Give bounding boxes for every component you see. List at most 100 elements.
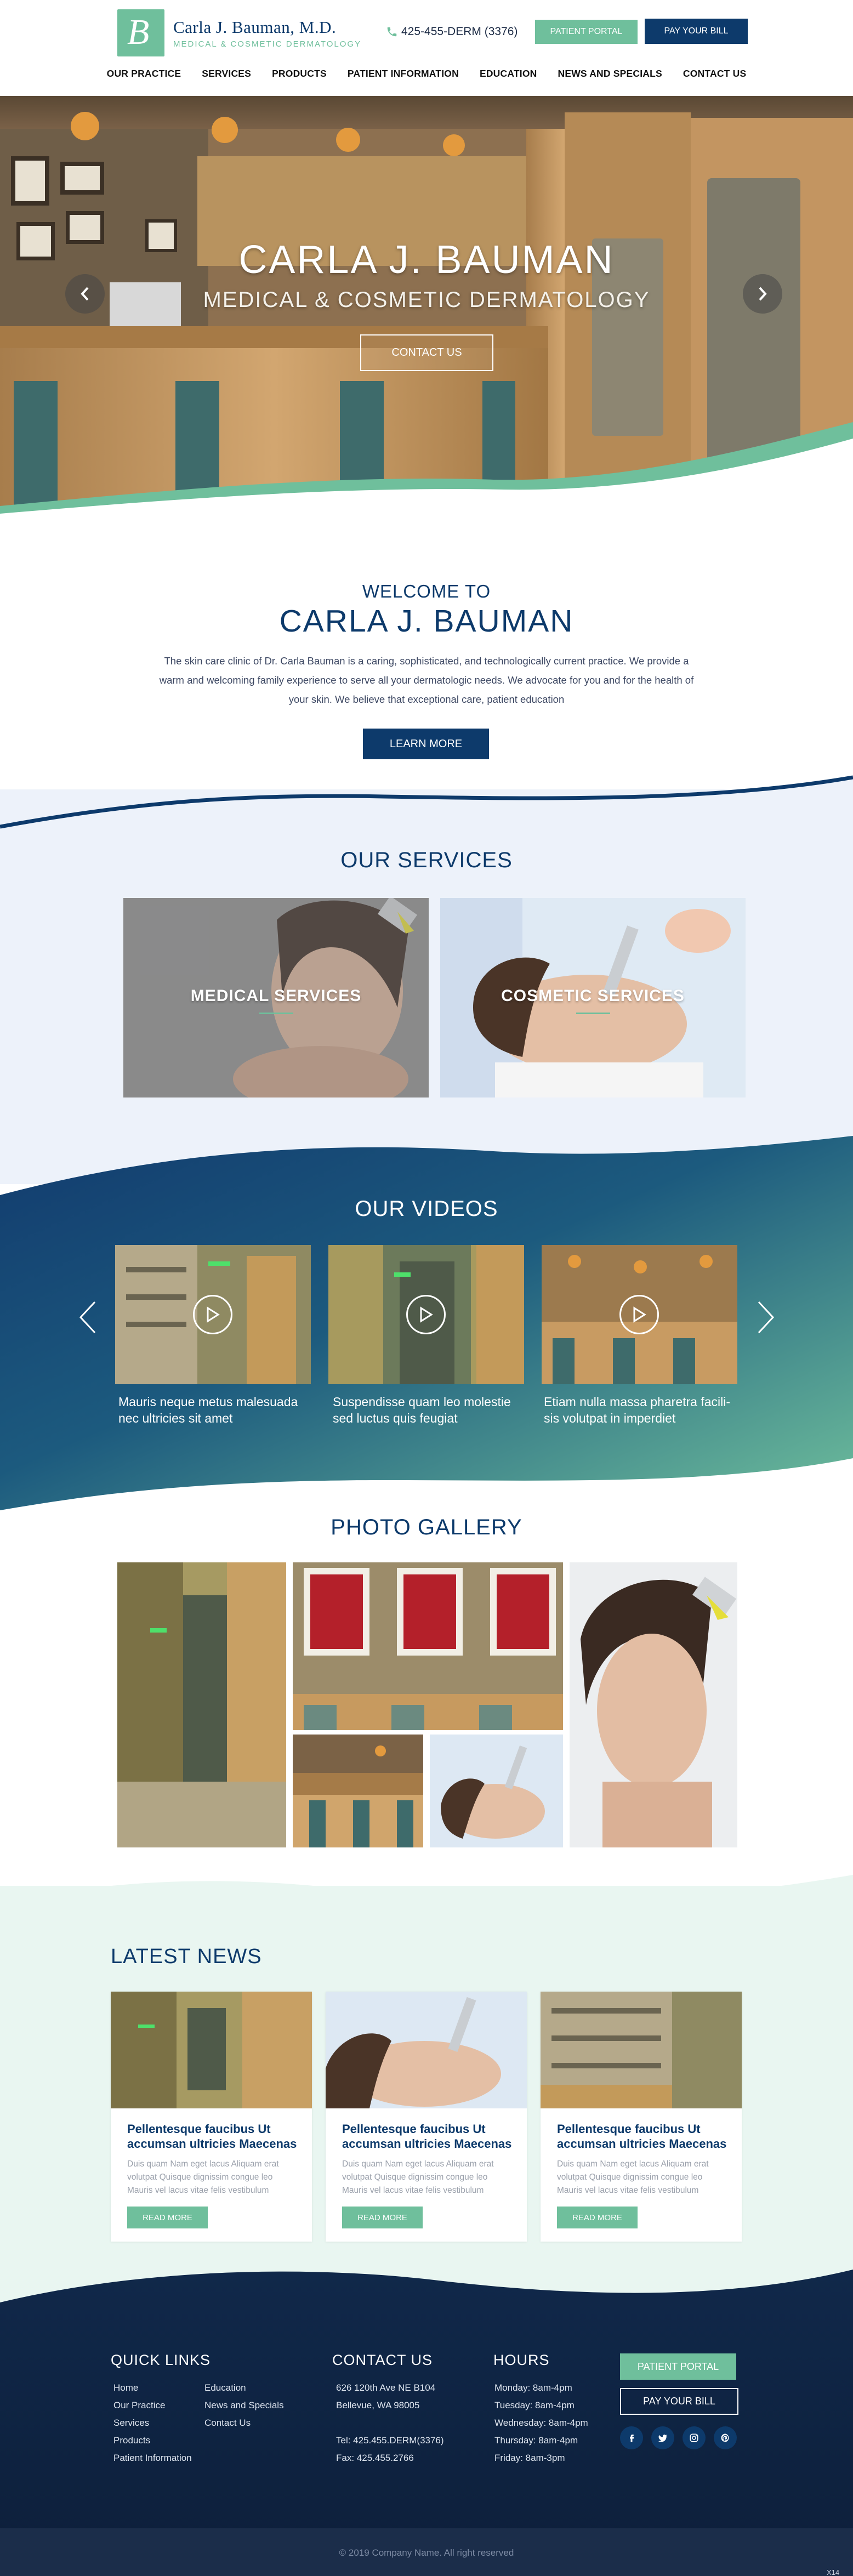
service-card-cosmetic[interactable]: COSMETIC SERVICES	[440, 898, 746, 1097]
hero-contact-button[interactable]: CONTACT US	[360, 334, 493, 371]
gallery-photo-portrait[interactable]	[570, 1562, 737, 1847]
news-image[interactable]	[111, 1992, 312, 2108]
video-caption[interactable]: Suspendisse quam leo molestie sed luctus…	[333, 1394, 528, 1426]
footer-pay-bill-button[interactable]: PAY YOUR BILL	[620, 2388, 738, 2415]
nav-patient-information[interactable]: PATIENT INFORMATION	[337, 68, 469, 79]
news-image[interactable]	[326, 1992, 527, 2108]
videos-title: OUR VIDEOS	[355, 1197, 498, 1221]
read-more-button[interactable]: READ MORE	[557, 2207, 638, 2228]
welcome-text: The skin care clinic of Dr. Carla Bauman…	[159, 655, 694, 705]
hallway-image	[117, 1562, 286, 1847]
nav-contact-us[interactable]: CONTACT US	[673, 68, 757, 79]
hero-next-button[interactable]	[743, 274, 782, 314]
footer-hours-friday: Friday: 8am-3pm	[494, 2453, 565, 2463]
footer-link-products[interactable]: Products	[113, 2432, 192, 2449]
nav-products[interactable]: PRODUCTS	[261, 68, 337, 79]
facebook-button[interactable]	[620, 2426, 643, 2449]
footer-hours-tuesday: Tuesday: 8am-4pm	[494, 2400, 575, 2410]
footer-quick-links-title: QUICK LINKS	[111, 2352, 211, 2368]
hallway-image	[111, 1992, 312, 2108]
nav-our-practice[interactable]: OUR PRACTICE	[96, 68, 192, 79]
logo[interactable]: B Carla J. Bauman, M.D. MEDICAL & COSMET…	[117, 9, 361, 56]
facebook-icon	[630, 2435, 634, 2442]
hero-subtitle: MEDICAL & COSMETIC DERMATOLOGY	[203, 288, 650, 312]
chevron-right-icon	[758, 1301, 775, 1334]
footer-link-contact-us[interactable]: Contact Us	[204, 2414, 284, 2432]
hero-title: CARLA J. BAUMAN	[238, 238, 615, 282]
video-caption[interactable]: Mauris neque metus malesuada nec ultrici…	[118, 1394, 314, 1426]
footer-spacer	[336, 2414, 444, 2432]
news-image[interactable]	[541, 1992, 742, 2108]
nav-education[interactable]: EDUCATION	[469, 68, 548, 79]
footer-contact-title: CONTACT US	[332, 2352, 433, 2368]
patient-portal-button[interactable]: PATIENT PORTAL	[535, 20, 638, 44]
services-top-wave	[0, 775, 853, 833]
footer-hours-monday: Monday: 8am-4pm	[494, 2382, 572, 2393]
main-nav: OUR PRACTICE SERVICES PRODUCTS PATIENT I…	[0, 68, 853, 79]
footer-link-patient-information[interactable]: Patient Information	[113, 2449, 192, 2467]
instagram-button[interactable]	[683, 2426, 706, 2449]
videos-prev-button[interactable]	[77, 1301, 99, 1334]
news-excerpt: Duis quam Nam eget lacus Aliquam erat vo…	[342, 2159, 494, 2195]
chevron-right-icon	[759, 287, 767, 301]
read-more-button[interactable]: READ MORE	[342, 2207, 423, 2228]
news-heading[interactable]: Pellentesque faucibus Ut accumsan ultric…	[342, 2122, 515, 2151]
video-card[interactable]	[328, 1245, 524, 1384]
footer-address-line: 626 120th Ave NE B104	[336, 2382, 436, 2393]
video-play-button[interactable]	[619, 1295, 659, 1334]
video-caption[interactable]: Etiam nulla massa pharetra facili-sis vo…	[544, 1394, 740, 1426]
gallery-photo-treatment[interactable]	[430, 1735, 563, 1847]
chevron-left-icon	[81, 287, 89, 301]
news-card: Pellentesque faucibus Ut accumsan ultric…	[541, 1992, 742, 2242]
news-card: Pellentesque faucibus Ut accumsan ultric…	[111, 1992, 312, 2242]
logo-text: Carla J. Bauman, M.D. MEDICAL & COSMETIC…	[173, 18, 361, 49]
footer-phone[interactable]: Tel: 425.455.DERM(3376)	[336, 2432, 444, 2449]
treatment-image	[326, 1992, 527, 2108]
footer-patient-portal-button[interactable]: PATIENT PORTAL	[620, 2353, 736, 2380]
service-card-medical[interactable]: MEDICAL SERVICES	[123, 898, 429, 1097]
gallery-photo-hallway[interactable]	[117, 1562, 286, 1847]
footer-quick-links-col2: Education News and Specials Contact Us	[204, 2379, 284, 2432]
site-header: B Carla J. Bauman, M.D. MEDICAL & COSMET…	[0, 0, 853, 96]
pay-bill-button[interactable]: PAY YOUR BILL	[645, 19, 748, 44]
phone-icon	[387, 27, 397, 37]
videos-next-button[interactable]	[755, 1301, 777, 1334]
phone-link[interactable]: 425-455-DERM (3376)	[386, 25, 518, 38]
logo-name: Carla J. Bauman, M.D.	[173, 17, 337, 37]
service-underline	[259, 1013, 293, 1014]
footer-link-home[interactable]: Home	[113, 2379, 192, 2397]
footer-link-education[interactable]: Education	[204, 2379, 284, 2397]
gallery-photo-reception[interactable]	[293, 1735, 423, 1847]
phone-number: 425-455-DERM (3376)	[401, 25, 518, 38]
footer-link-services[interactable]: Services	[113, 2414, 192, 2432]
footer-address-line: Bellevue, WA 98005	[336, 2400, 420, 2410]
chevron-left-icon	[79, 1301, 96, 1334]
footer-hours-wednesday: Wednesday: 8am-4pm	[494, 2418, 588, 2428]
nav-news-and-specials[interactable]: NEWS AND SPECIALS	[548, 68, 673, 79]
video-card[interactable]	[115, 1245, 311, 1384]
logo-mark: B	[117, 9, 164, 56]
twitter-button[interactable]	[651, 2426, 674, 2449]
gallery-photo-art-wall[interactable]	[293, 1562, 563, 1730]
footer-fax: Fax: 425.455.2766	[336, 2453, 414, 2463]
hero-prev-button[interactable]	[65, 274, 105, 314]
learn-more-button[interactable]: LEARN MORE	[363, 729, 489, 759]
nav-services[interactable]: SERVICES	[191, 68, 261, 79]
footer-hours-list: Monday: 8am-4pm Tuesday: 8am-4pm Wednesd…	[494, 2379, 588, 2467]
news-heading[interactable]: Pellentesque faucibus Ut accumsan ultric…	[557, 2122, 730, 2151]
news-heading[interactable]: Pellentesque faucibus Ut accumsan ultric…	[127, 2122, 300, 2151]
video-play-button[interactable]	[193, 1295, 232, 1334]
treatment-image	[430, 1735, 563, 1847]
footer-hours-title: HOURS	[493, 2352, 550, 2368]
footer-link-news-and-specials[interactable]: News and Specials	[204, 2397, 284, 2414]
logo-subtitle: MEDICAL & COSMETIC DERMATOLOGY	[173, 39, 362, 49]
footer-hours-thursday: Thursday: 8am-4pm	[494, 2435, 578, 2446]
service-label-medical: MEDICAL SERVICES	[190, 987, 362, 1005]
video-play-button[interactable]	[406, 1295, 446, 1334]
pinterest-button[interactable]	[714, 2426, 737, 2449]
video-card[interactable]	[542, 1245, 737, 1384]
read-more-button[interactable]: READ MORE	[127, 2207, 208, 2228]
instagram-icon	[690, 2433, 698, 2442]
copyright-bar: © 2019 Company Name. All right reserved	[0, 2528, 853, 2576]
footer-link-our-practice[interactable]: Our Practice	[113, 2397, 192, 2414]
